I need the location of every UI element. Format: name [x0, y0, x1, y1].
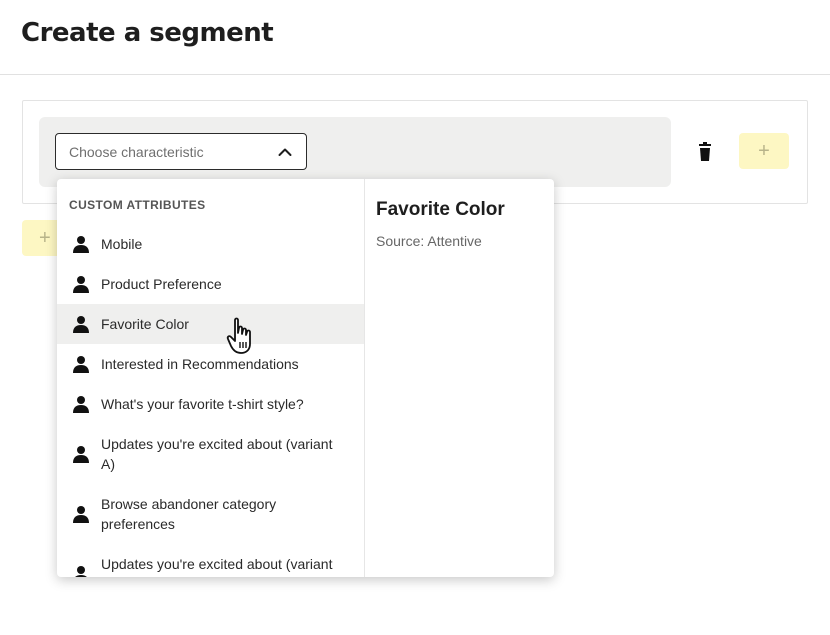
segment-builder-page: Create a segment Choose characteristic +… [0, 0, 830, 635]
list-item[interactable]: Product Preference [57, 264, 364, 304]
option-list[interactable]: CUSTOM ATTRIBUTES Mobile Product Preferen… [57, 179, 365, 577]
add-condition-button[interactable]: + [739, 133, 789, 169]
person-icon [73, 316, 89, 333]
list-item[interactable]: Interested in Recommendations [57, 344, 364, 384]
condition-row: Choose characteristic [39, 117, 671, 187]
list-item[interactable]: Mobile [57, 224, 364, 264]
person-icon [73, 396, 89, 413]
page-title: Create a segment [21, 18, 274, 48]
detail-source: Source: Attentive [376, 233, 482, 249]
list-item[interactable]: Updates you're excited about (variant B) [57, 544, 364, 577]
list-item[interactable]: Favorite Color [57, 304, 364, 344]
person-icon [73, 356, 89, 373]
chevron-up-icon [278, 148, 292, 156]
option-label: Product Preference [101, 276, 222, 292]
group-heading: CUSTOM ATTRIBUTES [69, 198, 206, 212]
option-label: Mobile [101, 236, 143, 252]
person-icon [73, 446, 89, 463]
option-label: What's your favorite t-shirt style? [101, 396, 304, 412]
person-icon [75, 566, 87, 577]
list-item[interactable]: What's your favorite t-shirt style? [57, 384, 364, 424]
characteristic-dropdown: CUSTOM ATTRIBUTES Mobile Product Preferen… [57, 179, 554, 577]
person-icon [73, 506, 89, 523]
option-label: Updates you're excited about (variant A) [101, 436, 333, 472]
options-container: Mobile Product Preference Favorite Color In… [57, 224, 364, 577]
option-label: Updates you're excited about (variant B) [101, 556, 333, 577]
characteristic-select-placeholder: Choose characteristic [69, 144, 204, 160]
detail-title: Favorite Color [376, 199, 505, 220]
option-label: Browse abandoner category preferences [101, 496, 277, 532]
person-icon [73, 276, 89, 293]
page-header: Create a segment [0, 0, 830, 75]
list-item[interactable]: Updates you're excited about (variant A) [57, 424, 364, 484]
detail-panel: Favorite Color Source: Attentive [365, 179, 554, 577]
option-label: Interested in Recommendations [101, 356, 299, 372]
option-label: Favorite Color [101, 316, 189, 332]
person-icon [73, 236, 89, 253]
characteristic-select[interactable]: Choose characteristic [55, 133, 307, 170]
trash-icon[interactable] [695, 141, 715, 163]
add-group-button[interactable]: + [22, 220, 62, 256]
list-item[interactable]: Browse abandoner category preferences [57, 484, 364, 544]
